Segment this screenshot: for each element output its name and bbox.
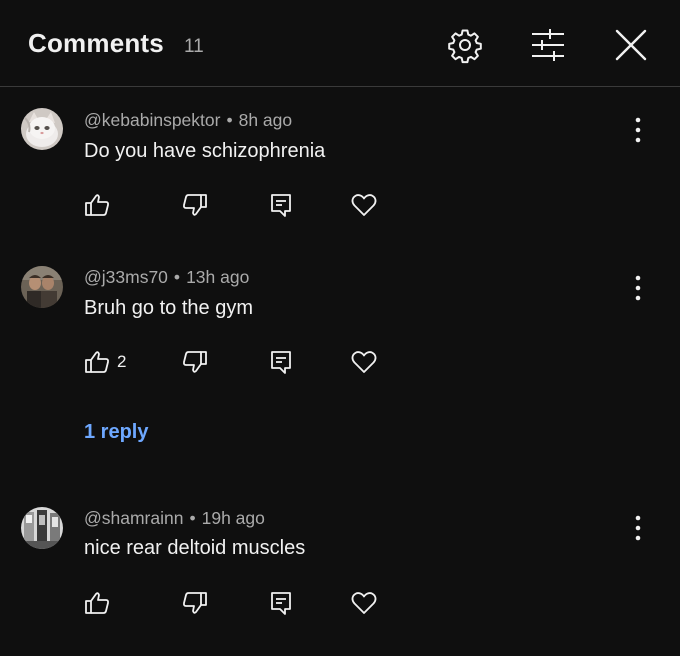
like-button[interactable] <box>83 587 117 619</box>
thumbs-up-icon <box>85 592 109 614</box>
dislike-button[interactable] <box>181 346 209 378</box>
thumbs-up-icon <box>85 194 109 216</box>
comments-header: Comments 11 <box>0 0 680 87</box>
comment-meta: @kebabinspektor • 8h ago <box>84 110 292 131</box>
settings-icon[interactable] <box>446 26 484 64</box>
comment-time: 13h ago <box>186 267 250 287</box>
comment-meta: @j33ms70 • 13h ago <box>84 267 249 288</box>
comment-text: nice rear deltoid muscles <box>84 537 306 559</box>
reply-comment-icon <box>271 194 291 217</box>
meta-separator: • <box>173 267 181 287</box>
more-options-icon[interactable] <box>625 116 651 144</box>
reply-button[interactable] <box>267 587 295 619</box>
comment-text: Do you have schizophrenia <box>84 140 326 162</box>
avatar[interactable] <box>21 266 63 308</box>
reply-button[interactable] <box>267 346 295 378</box>
heart-icon <box>351 592 377 614</box>
comments-count: 11 <box>184 36 204 57</box>
heart-icon <box>351 351 377 373</box>
heart-icon <box>351 194 377 216</box>
thumbs-down-icon <box>183 351 207 373</box>
heart-button[interactable] <box>350 346 378 378</box>
meta-separator: • <box>189 508 196 528</box>
heart-button[interactable] <box>350 587 378 619</box>
more-options-icon[interactable] <box>625 274 651 302</box>
comment-time: 19h ago <box>201 508 265 528</box>
heart-button[interactable] <box>350 189 378 221</box>
like-button[interactable] <box>83 189 117 221</box>
view-replies-link[interactable]: 1 reply <box>84 421 148 444</box>
like-count: 2 <box>117 352 127 371</box>
like-button[interactable]: 2 <box>83 346 126 378</box>
comment-text: Bruh go to the gym <box>84 297 253 319</box>
dislike-button[interactable] <box>181 587 209 619</box>
close-icon[interactable] <box>612 26 650 64</box>
reply-comment-icon <box>271 351 291 374</box>
comment-time: 8h ago <box>238 110 293 130</box>
avatar[interactable] <box>21 108 63 150</box>
thumbs-down-icon <box>183 194 207 216</box>
avatar[interactable] <box>21 507 63 549</box>
comment-author[interactable]: @kebabinspektor <box>84 110 220 130</box>
sliders-icon[interactable] <box>529 26 567 64</box>
comment-author[interactable]: @shamrainn <box>84 508 183 528</box>
meta-separator: • <box>226 110 233 130</box>
reply-button[interactable] <box>267 189 295 221</box>
more-options-icon[interactable] <box>625 514 651 542</box>
thumbs-down-icon <box>183 592 207 614</box>
dislike-button[interactable] <box>181 189 209 221</box>
thumbs-up-icon <box>85 351 109 373</box>
reply-comment-icon <box>271 592 291 615</box>
comment-meta: @shamrainn • 19h ago <box>84 508 265 529</box>
comments-title: Comments <box>28 28 164 58</box>
comment-author[interactable]: @j33ms70 <box>84 267 168 287</box>
